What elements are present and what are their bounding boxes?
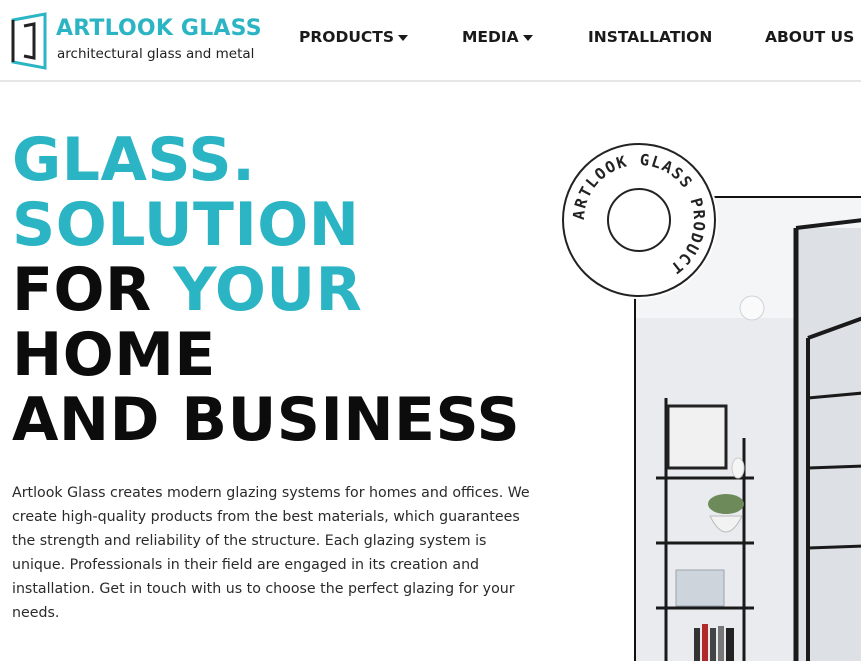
circular-badge-icon: ARTLOOK GLASS PRODUCT (562, 143, 716, 297)
nav-item-label: INSTALLATION (588, 28, 713, 46)
nav-item-label: ABOUT US (765, 28, 855, 46)
hero-title-line-4: HOME (12, 320, 216, 390)
hero-title: GLASS. SOLUTION FOR YOUR HOME AND BUSINE… (12, 128, 572, 453)
nav-item-installation[interactable]: INSTALLATION (588, 28, 712, 46)
hero-title-line-2: SOLUTION (12, 190, 360, 260)
hero-title-line-3: FOR YOUR (12, 258, 572, 323)
nav-item-label: PRODUCTS (299, 28, 395, 46)
hero-title-line-5: AND BUSINESS (12, 385, 521, 455)
site-header: ARTLOOK GLASS architectural glass and me… (0, 0, 861, 82)
caret-down-icon (398, 34, 409, 41)
hero-title-word-your: YOUR (173, 255, 363, 325)
hero-title-line-1: GLASS. (12, 125, 256, 195)
nav-item-label: MEDIA (462, 28, 519, 46)
main-nav: PRODUCTS MEDIA INSTALLATION ABOUT US (0, 28, 861, 52)
product-badge: ARTLOOK GLASS PRODUCT (560, 141, 718, 299)
nav-item-media[interactable]: MEDIA (462, 28, 533, 46)
hero-description: Artlook Glass creates modern glazing sys… (12, 485, 530, 621)
nav-item-products[interactable]: PRODUCTS (299, 28, 409, 46)
hero-title-word-for: FOR (12, 255, 152, 325)
nav-item-about[interactable]: ABOUT US (765, 28, 854, 46)
caret-down-icon (522, 34, 533, 41)
